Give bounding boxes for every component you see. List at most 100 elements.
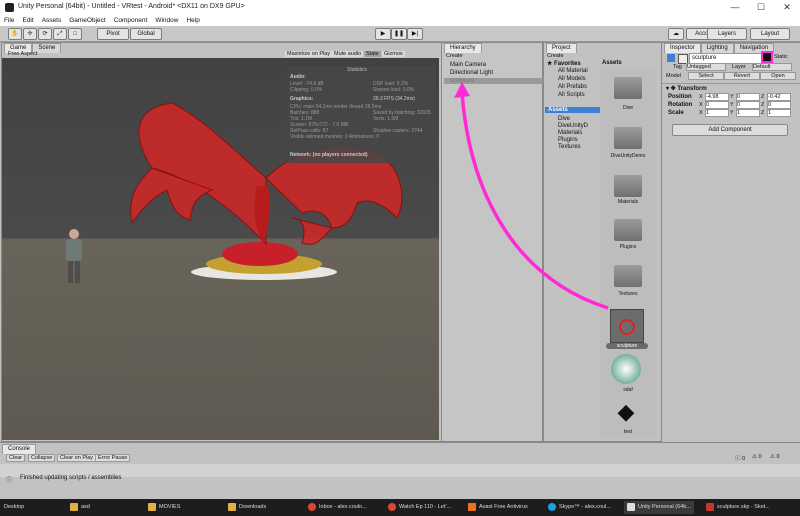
menu-edit[interactable]: Edit [18, 15, 37, 26]
taskbar-item[interactable]: Downloads [228, 501, 266, 514]
rotation-x-field[interactable]: 0 [705, 101, 729, 109]
global-toggle[interactable]: Global [130, 28, 162, 40]
layer-dropdown[interactable]: Default [752, 63, 792, 71]
select-button[interactable]: Select [688, 72, 724, 80]
mute-audio-button[interactable]: Mute audio [332, 51, 364, 57]
stats-title: Statistics [347, 67, 368, 73]
position-x-field[interactable]: -4.98 [705, 93, 729, 101]
taskbar-item[interactable]: Desktop [4, 501, 24, 514]
folder-icon [70, 502, 78, 511]
console-collapse-button[interactable]: Collapse [28, 454, 56, 462]
window-title: Unity Personal (64bit) - Untitled - VRte… [18, 3, 245, 10]
scale-label: Scale [668, 110, 684, 116]
favorites-label: Favorites [554, 61, 581, 67]
stats-skinned: Visible skinned meshes: 0 Animations: 0 [290, 134, 380, 140]
scale-tool-icon[interactable]: ⤢ [53, 28, 67, 40]
stats-graphics-header: Graphics: [290, 96, 314, 102]
aspect-dropdown[interactable]: Free Aspect [8, 51, 37, 57]
stats-audio-header: Audio: [290, 74, 306, 80]
console-message[interactable]: Finished updating scripts / assemblies [20, 475, 121, 481]
assets-grid-header: Assets [602, 60, 622, 66]
dragon-body [254, 186, 270, 244]
hierarchy-create-button[interactable]: Create [446, 53, 463, 59]
unity-scene-icon[interactable]: ◆ [613, 399, 639, 425]
menu-gameobject[interactable]: GameObject [65, 15, 110, 26]
tab-inspector[interactable]: Inspector [664, 43, 701, 53]
scale-x-field[interactable]: 1 [705, 109, 729, 117]
gizmos-button[interactable]: Gizmos [382, 51, 405, 57]
material-sphere-icon[interactable] [611, 354, 641, 384]
scale-z-field[interactable]: 1 [767, 109, 791, 117]
console-error-pause-button[interactable]: Error Pause [95, 454, 131, 462]
inspector-panel: Inspector Lighting Navigation sculpture St… [661, 42, 800, 464]
hierarchy-item[interactable]: Main Camera [450, 62, 486, 68]
drag-arrow [454, 82, 609, 310]
asset-label: test [623, 429, 633, 435]
console-panel: Console Clear Collapse Clear on Play Err… [0, 442, 800, 499]
tab-lighting[interactable]: Lighting [700, 43, 734, 53]
stats-overlay: Statistics Audio: Level: -74.8 dB DSP lo… [287, 66, 436, 163]
add-component-button[interactable]: Add Component [672, 124, 788, 136]
maximize-on-play-button[interactable]: Maximize on Play [285, 51, 333, 57]
open-button[interactable]: Open [760, 72, 796, 80]
menu-assets[interactable]: Assets [38, 15, 66, 26]
maximize-button[interactable]: ☐ [748, 1, 774, 13]
favorites-header: ★ Favorites [547, 61, 581, 67]
taskbar-item[interactable]: Skype™ - alex.coul... [548, 501, 611, 514]
fav-item[interactable]: All Material [558, 68, 588, 74]
stats-verts: Verts: 1.5M [373, 116, 399, 122]
console-clear-button[interactable]: Clear [6, 454, 26, 462]
taskbar-item[interactable]: Watch Ep 110 - Let'... [388, 501, 451, 514]
hand-tool-icon[interactable]: ✋ [8, 28, 22, 40]
static-checkbox[interactable] [761, 51, 773, 63]
main-toolbar: ✋ ✢ ⟳ ⤢ □ Pivot Global ▶ ❚❚ ▶| ☁ Account… [0, 26, 800, 42]
taskbar-item[interactable]: Avast Free Antivirus [468, 501, 528, 514]
move-tool-icon[interactable]: ✢ [23, 28, 37, 40]
taskbar-item[interactable]: asd [70, 501, 90, 514]
rotation-z-field[interactable]: 0 [767, 101, 791, 109]
taskbar-item[interactable]: MOVIES [148, 501, 180, 514]
transform-header[interactable]: ▾ ✥ Transform [666, 85, 707, 92]
red-flowers [222, 242, 298, 266]
rotation-label: Rotation [668, 102, 693, 108]
menu-window[interactable]: Window [151, 15, 182, 26]
rotate-tool-icon[interactable]: ⟳ [38, 28, 52, 40]
tab-console[interactable]: Console [2, 444, 37, 454]
tab-hierarchy[interactable]: Hierarchy [444, 43, 482, 53]
rotation-y-field[interactable]: 0 [736, 101, 760, 109]
chrome-icon [308, 502, 316, 511]
menu-component[interactable]: Component [110, 15, 152, 26]
taskbar-item[interactable]: sculpture.skp - Sket... [706, 501, 770, 514]
hierarchy-item[interactable]: Directional Light [450, 70, 493, 76]
pivot-toggle[interactable]: Pivot [97, 28, 129, 40]
project-create-button[interactable]: Create [547, 53, 564, 59]
menu-help[interactable]: Help [182, 15, 203, 26]
revert-button[interactable]: Revert [724, 72, 760, 80]
console-clear-on-play-button[interactable]: Clear on Play [57, 454, 97, 462]
tag-dropdown[interactable]: Untagged [686, 63, 726, 71]
layers-dropdown[interactable]: Layers [707, 28, 747, 40]
rect-tool-icon[interactable]: □ [68, 28, 82, 40]
scale-y-field[interactable]: 1 [736, 109, 760, 117]
window-titlebar: Unity Personal (64bit) - Untitled - VRte… [0, 0, 800, 16]
stats-button[interactable]: Stats [364, 51, 381, 57]
static-label: Static [774, 54, 788, 60]
tab-project[interactable]: Project [546, 43, 577, 53]
divider [662, 83, 800, 84]
position-y-field[interactable]: 0 [736, 93, 760, 101]
asset-label: sdaf [623, 387, 633, 393]
cloud-icon[interactable]: ☁ [668, 28, 684, 40]
menu-file[interactable]: File [0, 15, 18, 26]
close-button[interactable]: ✕ [774, 1, 800, 13]
unity-logo-icon [5, 3, 14, 12]
taskbar-item-active[interactable]: Unity Personal (64b... [624, 501, 694, 514]
avast-icon [468, 502, 476, 511]
minimize-button[interactable]: — [722, 1, 748, 13]
transform-label: Transform [677, 86, 707, 92]
layout-dropdown[interactable]: Layout [750, 28, 790, 40]
position-z-field[interactable]: -0.42 [767, 93, 791, 101]
step-button-icon[interactable]: ▶| [407, 28, 423, 40]
taskbar-item[interactable]: Inbox - alex.coulo... [308, 501, 367, 514]
pause-button-icon[interactable]: ❚❚ [391, 28, 407, 40]
play-button-icon[interactable]: ▶ [375, 28, 391, 40]
